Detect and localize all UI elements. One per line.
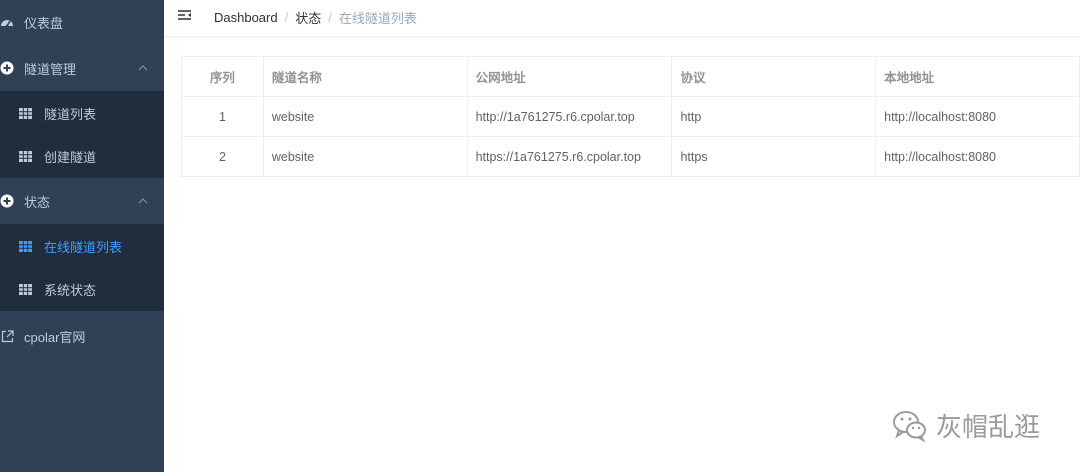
menu-item-cpolar-website[interactable]: cpolar官网 [0, 314, 164, 358]
table-row: 1 website http://1a761275.r6.cpolar.top … [181, 96, 1080, 137]
column-header-index: 序列 [181, 56, 264, 97]
menu-item-dashboard[interactable]: 仪表盘 [0, 0, 164, 44]
sidebar-item-label: 创建隧道 [44, 149, 97, 165]
app: 仪表盘 隧道管理 隧道列表 创建隧道 状态 在线隧道列表 系统状态 cpolar… [0, 0, 1080, 472]
watermark-text: 灰帽乱逛 [936, 412, 1041, 443]
chevron-up-icon [138, 196, 148, 206]
navbar: Dashboard / 状态 / 在线隧道列表 [164, 0, 1080, 37]
cell-index: 1 [181, 96, 264, 137]
column-header-protocol: 协议 [671, 56, 877, 97]
cell-tunnel-name: website [263, 96, 468, 137]
cell-protocol: https [671, 136, 877, 177]
submenu-status: 在线隧道列表 系统状态 [0, 224, 164, 311]
sidebar-item-create-tunnel[interactable]: 创建隧道 [0, 134, 164, 178]
sidebar-item-label: 在线隧道列表 [44, 239, 123, 255]
grid-table-icon [18, 106, 32, 120]
submenu-tunnel-management: 隧道列表 创建隧道 [0, 91, 164, 178]
column-header-tunnel-name: 隧道名称 [263, 56, 468, 97]
dashboard-gauge-icon [0, 15, 14, 29]
sidebar-item-system-status[interactable]: 系统状态 [0, 267, 164, 311]
cell-protocol: http [671, 96, 877, 137]
sidebar-item-tunnel-list[interactable]: 隧道列表 [0, 91, 164, 135]
sidebar-item-label: 系统状态 [44, 282, 97, 298]
breadcrumb-separator: / [284, 9, 289, 25]
menu-item-status[interactable]: 状态 [0, 179, 164, 223]
cell-public-url: https://1a761275.r6.cpolar.top [467, 136, 673, 177]
sidebar-item-online-tunnels[interactable]: 在线隧道列表 [0, 224, 164, 268]
wechat-icon [890, 405, 930, 445]
external-link-icon [0, 329, 14, 343]
breadcrumb-separator: / [328, 9, 332, 25]
breadcrumb-item-status: 状态 [295, 10, 322, 26]
chevron-up-icon [138, 63, 148, 73]
plus-circle-icon [0, 194, 14, 208]
menu-item-label: 状态 [24, 194, 51, 210]
grid-table-icon [18, 282, 32, 296]
cell-local-address: http://localhost:8080 [875, 96, 1080, 137]
cell-tunnel-name: website [263, 136, 468, 177]
menu-item-label: 隧道管理 [24, 61, 77, 77]
sidebar: 仪表盘 隧道管理 隧道列表 创建隧道 状态 在线隧道列表 系统状态 cpolar… [0, 0, 164, 472]
cell-public-url: http://1a761275.r6.cpolar.top [467, 96, 673, 137]
menu-item-label: 仪表盘 [24, 15, 64, 31]
table-row: 2 website https://1a761275.r6.cpolar.top… [181, 136, 1080, 177]
breadcrumb-item-current: 在线隧道列表 [338, 10, 417, 26]
online-tunnels-table: 序列 隧道名称 公网地址 协议 本地地址 1 website http://1a… [181, 56, 1080, 177]
menu-item-label: cpolar官网 [24, 329, 86, 345]
grid-table-icon [18, 239, 32, 253]
cell-local-address: http://localhost:8080 [875, 136, 1080, 177]
grid-table-icon [18, 149, 32, 163]
plus-circle-icon [0, 61, 14, 75]
hamburger-menu-icon[interactable] [177, 8, 193, 24]
cell-index: 2 [181, 136, 264, 177]
menu-item-tunnel-management[interactable]: 隧道管理 [0, 46, 164, 90]
sidebar-item-label: 隧道列表 [44, 106, 97, 122]
column-header-public-url: 公网地址 [467, 56, 673, 97]
breadcrumb-item-dashboard[interactable]: Dashboard [214, 10, 278, 25]
watermark: 灰帽乱逛 [890, 405, 1040, 445]
breadcrumb: Dashboard / 状态 / 在线隧道列表 [214, 0, 417, 34]
table-header-row: 序列 隧道名称 公网地址 协议 本地地址 [181, 56, 1080, 97]
column-header-local-address: 本地地址 [875, 56, 1080, 97]
